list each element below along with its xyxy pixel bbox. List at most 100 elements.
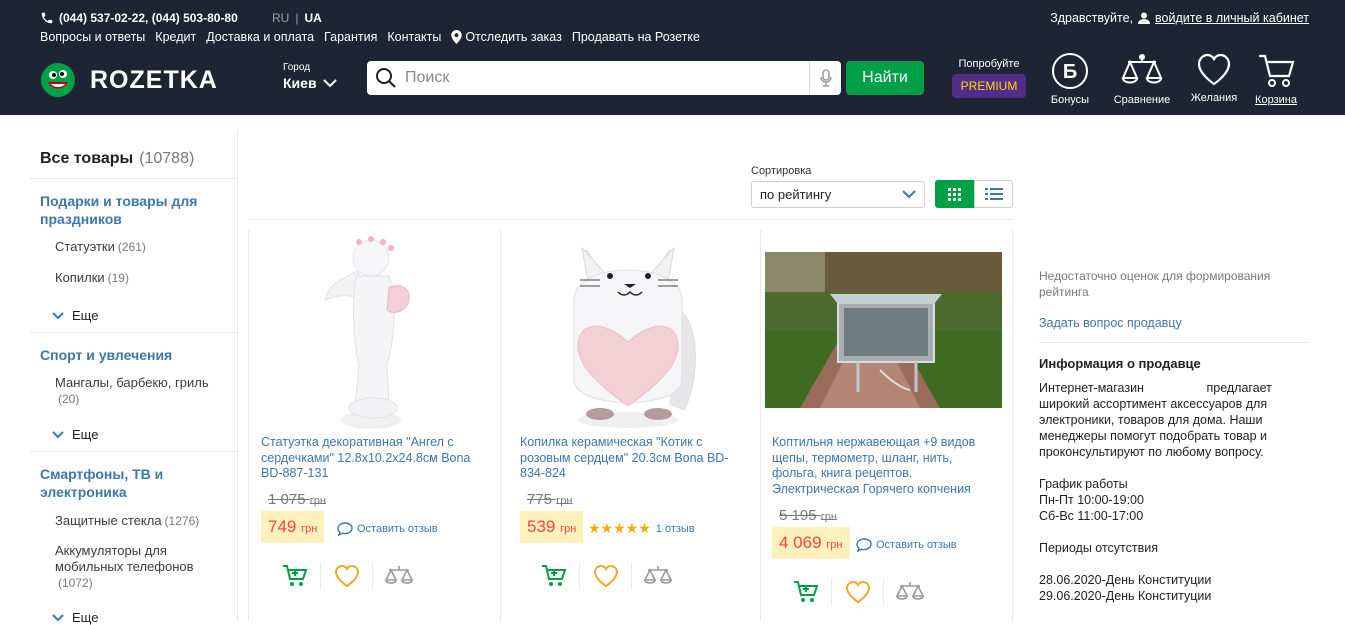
sort-select[interactable]: по рейтингу: [751, 181, 925, 208]
microphone-icon: [819, 69, 832, 87]
leave-review-link[interactable]: Оставить отзыв: [337, 522, 438, 536]
greeting-text: Здравствуйте,: [1050, 11, 1134, 25]
lang-ua: UA: [304, 11, 322, 25]
show-more-sport[interactable]: Еще: [52, 427, 98, 442]
rating-note: Недостаточно оценок для формирования рей…: [1039, 269, 1271, 299]
schedule-block: График работы Пн-Пт 10:00-19:00 Сб-Вс 11…: [1039, 476, 1309, 524]
leave-review-label: Оставить отзыв: [357, 523, 438, 535]
cart-icon: [541, 565, 566, 586]
rating-stars[interactable]: ★★★★★ 1 отзыв: [588, 520, 695, 537]
nav-track-order-label: Отследить заказ: [465, 30, 562, 44]
show-more-label: Еще: [72, 610, 99, 625]
nav-credit[interactable]: Кредит: [155, 30, 196, 44]
subcategory-grills[interactable]: Мангалы, барбекю, гриль (20): [55, 375, 225, 407]
show-more-label: Еще: [72, 308, 99, 323]
product-title[interactable]: Копилка керамическая "Котик с розовым се…: [520, 435, 748, 483]
schedule-weekend: Сб-Вс 11:00-17:00: [1039, 509, 1144, 523]
voice-search-button[interactable]: [809, 61, 841, 95]
wishlist-button[interactable]: Желания: [1182, 52, 1246, 104]
subcategory-protective-glass[interactable]: Защитные стекла (1276): [55, 513, 225, 529]
sort-value: по рейтингу: [760, 187, 832, 202]
ask-seller-link[interactable]: Задать вопрос продавцу: [1039, 316, 1309, 330]
user-icon: [1138, 12, 1151, 24]
angel-figurine-image[interactable]: [249, 230, 502, 430]
bonus-button[interactable]: Б Бонусы: [1038, 52, 1102, 106]
nav-sell[interactable]: Продавать на Розетке: [572, 30, 700, 44]
seller-info-text: Интернет-магазин предлагает широкий ассо…: [1039, 381, 1276, 459]
old-price-value: 5 195: [779, 507, 817, 524]
scales-icon: [384, 566, 414, 584]
nav-delivery[interactable]: Доставка и оплата: [206, 30, 314, 44]
nav-warranty[interactable]: Гарантия: [324, 30, 377, 44]
heart-icon: [593, 564, 618, 588]
category-electronics[interactable]: Смартфоны, ТВ и электроника: [40, 465, 220, 501]
grid-view-button[interactable]: [935, 180, 974, 208]
wishlist-label: Желания: [1190, 92, 1238, 104]
old-price-value: 775: [527, 491, 553, 508]
schedule-weekdays: Пн-Пт 10:00-19:00: [1039, 493, 1144, 507]
product-title[interactable]: Коптильня нержавеющая +9 видов щепы, тер…: [772, 435, 1000, 497]
cart-label: Корзина: [1255, 94, 1297, 106]
cat-piggy-bank-image[interactable]: [508, 230, 761, 430]
nav-contacts[interactable]: Контакты: [387, 30, 441, 44]
logo[interactable]: ROZETKA: [40, 62, 218, 98]
old-price: 1 075 грн: [268, 491, 326, 508]
search-input[interactable]: [397, 63, 809, 93]
chevron-down-icon: [52, 613, 64, 621]
lang-divider: |: [295, 11, 299, 25]
rozetka-smile-logo-icon: [41, 63, 75, 97]
category-gifts[interactable]: Подарки и товары для праздников: [40, 192, 220, 228]
currency: грн: [556, 495, 573, 507]
add-to-compare-button[interactable]: [884, 578, 936, 606]
sidebar-divider: [30, 451, 237, 452]
search-button[interactable]: Найти: [846, 61, 924, 95]
add-to-cart-button[interactable]: [528, 562, 580, 590]
show-more-gifts[interactable]: Еще: [52, 308, 98, 323]
smoker-image[interactable]: [760, 230, 1013, 430]
lang-ru[interactable]: RU: [272, 11, 289, 25]
product-title[interactable]: Статуэтка декоративная "Ангел с сердечка…: [261, 435, 489, 483]
show-more-electronics[interactable]: Еще: [52, 610, 98, 625]
chevron-down-icon: [902, 190, 916, 199]
subcategory-batteries[interactable]: Аккумуляторы для мобильных телефонов (107…: [55, 543, 225, 591]
city-label: Город: [283, 62, 311, 73]
seller-divider: [1039, 342, 1309, 343]
add-to-wishlist-button[interactable]: [580, 562, 632, 590]
category-sport[interactable]: Спорт и увлечения: [40, 346, 220, 364]
subcategory-count: (1072): [58, 576, 93, 590]
leave-review-link[interactable]: Оставить отзыв: [856, 538, 957, 552]
compare-button[interactable]: Сравнение: [1110, 52, 1174, 106]
cart-button[interactable]: Корзина: [1244, 52, 1308, 106]
phone-numbers[interactable]: (044) 537-02-22, (044) 503-80-80: [59, 11, 238, 25]
heart-icon: [1197, 53, 1231, 86]
premium-block[interactable]: Попробуйте PREMIUM: [952, 58, 1026, 98]
product-actions: [528, 562, 684, 590]
add-to-compare-button[interactable]: [632, 562, 684, 590]
bonus-coin-icon: Б: [1052, 53, 1088, 89]
phone-block[interactable]: (044) 537-02-22, (044) 503-80-80: [40, 11, 238, 25]
all-products[interactable]: Все товары (10788): [40, 150, 194, 168]
comment-icon: [337, 522, 353, 536]
add-to-cart-button[interactable]: [780, 578, 832, 606]
comment-icon: [856, 538, 872, 552]
nav-faq[interactable]: Вопросы и ответы: [40, 30, 145, 44]
subcategory-label: Защитные стекла: [55, 513, 162, 528]
subcategory-piggy-banks[interactable]: Копилки (19): [55, 270, 225, 286]
add-to-compare-button[interactable]: [373, 562, 425, 590]
add-to-wishlist-button[interactable]: [321, 562, 373, 590]
list-view-button[interactable]: [974, 180, 1013, 208]
chevron-down-icon: [52, 311, 64, 319]
currency: грн: [309, 495, 326, 507]
current-price: 749 грн: [261, 511, 325, 543]
city-selector[interactable]: Город Киев: [283, 62, 337, 91]
language-switch: RU | UA: [272, 11, 322, 25]
product-card: Статуэтка декоративная "Ангел с сердечка…: [248, 230, 501, 621]
add-to-wishlist-button[interactable]: [832, 578, 884, 606]
add-to-cart-button[interactable]: [269, 562, 321, 590]
nav-track-order[interactable]: Отследить заказ: [451, 30, 562, 44]
search-icon: [376, 68, 396, 88]
subcategory-label: Статуэтки: [55, 239, 115, 254]
login-link[interactable]: войдите в личный кабинет: [1155, 11, 1309, 25]
location-pin-icon: [451, 30, 463, 44]
subcategory-figurines[interactable]: Статуэтки (261): [55, 239, 225, 255]
